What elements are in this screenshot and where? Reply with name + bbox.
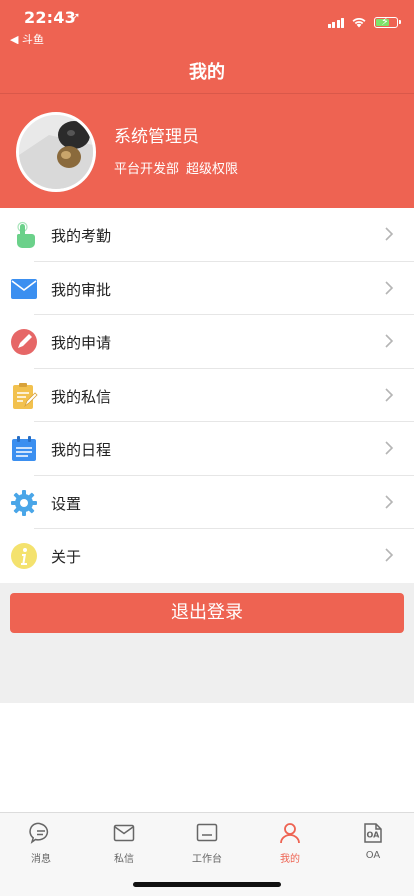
menu-item-label: 我的审批 [51, 280, 112, 299]
tab-label: OA [365, 850, 381, 861]
nav-bar: 我的 [0, 44, 414, 94]
menu-item-label: 我的私信 [51, 387, 112, 406]
home-indicator [133, 882, 281, 887]
svg-text:OA: OA [367, 831, 381, 840]
envelope-icon [10, 275, 38, 303]
chevron-right-icon [385, 280, 394, 295]
oa-icon: OA [364, 823, 382, 843]
menu-item-label: 我的日程 [51, 441, 112, 459]
menu-item-about[interactable]: 关于 [0, 529, 414, 583]
status-time: 22:43 [24, 8, 76, 27]
hand-pointer-icon [10, 221, 38, 249]
menu-item-label: 关于 [51, 548, 82, 566]
location-arrow-icon: ➚ [71, 10, 81, 23]
person-icon [280, 823, 300, 844]
chevron-right-icon [385, 494, 394, 509]
wifi-icon [352, 17, 366, 28]
chat-bubble-icon [29, 822, 49, 844]
avatar[interactable] [16, 112, 96, 192]
menu-item-approval[interactable]: 我的审批 [0, 261, 414, 315]
info-icon [10, 542, 38, 570]
menu-item-label: 设置 [51, 494, 82, 513]
pen-icon [10, 328, 38, 356]
gear-icon [10, 489, 38, 517]
status-icons: ⚡ [327, 15, 401, 29]
menu-item-label: 我的申请 [51, 334, 112, 352]
tab-oa[interactable]: OA OA [332, 821, 414, 861]
chevron-right-icon [385, 441, 394, 455]
clipboard-icon [10, 382, 38, 410]
chevron-right-icon [385, 387, 394, 402]
tab-label: 我的 [280, 854, 300, 865]
profile-department: 平台开发部 [114, 162, 180, 177]
page-title: 我的 [189, 62, 225, 83]
battery-icon: ⚡ [374, 15, 401, 28]
menu-item-attendance[interactable]: 我的考勤 [0, 208, 414, 262]
status-bar: 22:43 ➚ ◀ 斗鱼 ⚡ [0, 0, 414, 46]
chevron-right-icon [385, 548, 394, 562]
tab-label: 工作台 [192, 854, 222, 865]
tab-messages[interactable]: 消息 [0, 821, 82, 865]
profile-name: 系统管理员 [114, 127, 199, 147]
tab-mine[interactable]: 我的 [249, 821, 331, 865]
tab-private-messages[interactable]: 私信 [83, 821, 165, 865]
logout-button[interactable]: 退出登录 [10, 593, 404, 633]
menu-item-schedule[interactable]: 我的日程 [0, 422, 414, 476]
menu-list: 我的考勤 我的审批 我的申请 我的私信 我的日程 设置 关于 [0, 208, 414, 583]
menu-item-application[interactable]: 我的申请 [0, 315, 414, 369]
menu-item-settings[interactable]: 设置 [0, 475, 414, 529]
menu-item-label: 我的考勤 [51, 227, 112, 245]
profile-role: 超级权限 [186, 162, 239, 177]
tab-label: 消息 [31, 854, 51, 865]
tab-label: 私信 [114, 854, 134, 865]
mail-icon [113, 824, 135, 842]
menu-item-messages[interactable]: 我的私信 [0, 368, 414, 422]
tab-workbench[interactable]: 工作台 [166, 821, 248, 865]
chevron-right-icon [385, 334, 394, 348]
calendar-icon [10, 435, 38, 463]
chevron-right-icon [385, 227, 394, 241]
cellular-signal-icon [327, 17, 344, 28]
profile-header[interactable]: 系统管理员 平台开发部 超级权限 [0, 94, 414, 208]
desk-icon [196, 823, 218, 842]
